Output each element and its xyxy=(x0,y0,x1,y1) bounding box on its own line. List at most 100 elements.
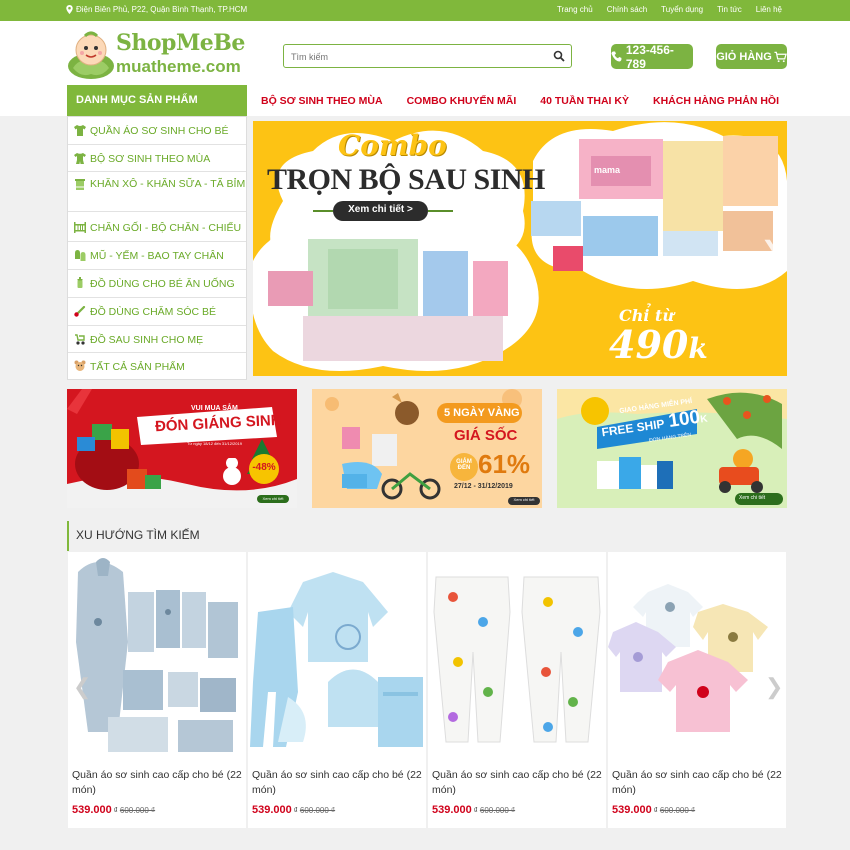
product-price: 539.000 ₫ 600.000 ₫ xyxy=(612,804,695,816)
sidebar-item-label: ĐỒ DÙNG CHO BÉ ĂN UỐNG xyxy=(90,278,235,290)
search-input[interactable] xyxy=(291,49,541,64)
sidebar-item-feeding[interactable]: ĐỒ DÙNG CHO BÉ ĂN UỐNG xyxy=(68,270,246,298)
sidebar-item-label: ĐỒ SAU SINH CHO MẸ xyxy=(90,334,204,346)
top-bar: Điện Biên Phủ, P22, Quận Bình Thạnh, TP.… xyxy=(0,0,850,21)
link-home[interactable]: Trang chủ xyxy=(557,5,593,14)
link-careers[interactable]: Tuyển dụng xyxy=(661,5,703,14)
baby-suit-icon xyxy=(74,153,86,164)
promo1-date: Từ ngày 18/12 đến 31/12/2019 xyxy=(187,441,242,446)
logo-title: ShopMeBe xyxy=(116,30,245,56)
promo-christmas[interactable]: VUI MUA SẮM ĐÓN GIÁNG SINH Từ ngày 18/12… xyxy=(67,389,297,508)
product-card[interactable]: Quần áo sơ sinh cao cấp cho bé (22 món) … xyxy=(248,552,426,828)
menu-item-combo[interactable]: COMBO KHUYẾN MÃI xyxy=(407,95,517,107)
baby-logo-icon xyxy=(68,31,114,79)
baby-outfit-illustration xyxy=(248,552,426,758)
products-next-arrow[interactable]: ❯ xyxy=(765,674,783,700)
promo2-line2: GIÁ SỐC xyxy=(454,427,518,444)
hero-banner[interactable]: Combo TRỌN BỘ SAU SINH Xem chi tiết > ma… xyxy=(253,121,787,376)
product-price: 539.000 ₫ 600.000 ₫ xyxy=(252,804,335,816)
product-card[interactable]: Quần áo sơ sinh cao cấp cho bé (22 món) … xyxy=(608,552,786,828)
link-policy[interactable]: Chính sách xyxy=(607,5,647,14)
product-name[interactable]: Quần áo sơ sinh cao cấp cho bé (22 món) xyxy=(252,768,424,798)
phone-button[interactable]: 123-456-789 xyxy=(611,42,693,71)
banner-next-arrow[interactable]: ❯ xyxy=(761,236,781,265)
logo[interactable]: ShopMeBe muatheme.com xyxy=(67,28,247,80)
product-image[interactable] xyxy=(428,552,606,758)
bottle-icon xyxy=(77,277,83,288)
sidebar-item-bedding[interactable]: CHĂN GỐI - BỘ CHĂN - CHIẾU xyxy=(68,212,246,242)
menu-item-seasonal-sets[interactable]: BỘ SƠ SINH THEO MÙA xyxy=(261,95,383,107)
promo2-line1: 5 NGÀY VÀNG xyxy=(444,407,520,419)
old-price: 600.000 ₫ xyxy=(659,806,696,815)
mittens-icon xyxy=(75,250,86,261)
sidebar-item-newborn-clothes[interactable]: QUẦN ÁO SƠ SINH CHO BÉ xyxy=(68,117,246,145)
crib-icon xyxy=(74,222,86,233)
phone-number: 123-456-789 xyxy=(625,42,674,71)
promo2-pct: 61% xyxy=(478,449,531,479)
category-sidebar: QUẦN ÁO SƠ SINH CHO BÉ BỘ SƠ SINH THEO M… xyxy=(67,116,247,380)
banner-prev-arrow[interactable]: ❮ xyxy=(259,236,279,265)
main-menu: BỘ SƠ SINH THEO MÙA COMBO KHUYẾN MÃI 40 … xyxy=(253,85,787,116)
currency: ₫ xyxy=(473,806,478,815)
old-price: 600.000 ₫ xyxy=(119,806,156,815)
product-image[interactable] xyxy=(608,552,786,758)
product-image[interactable] xyxy=(248,552,426,758)
promo1-btn[interactable]: Xem chi tiết xyxy=(257,496,289,501)
promo1-sale: -48% xyxy=(252,462,276,473)
banner-heading-main: TRỌN BỘ SAU SINH xyxy=(267,163,545,196)
promo-golden-days[interactable]: 5 NGÀY VÀNG GIÁ SỐC GIẢM ĐẾN 61% 27/12 -… xyxy=(312,389,542,508)
search-icon[interactable] xyxy=(553,50,565,62)
sidebar-item-label: CHĂN GỐI - BỘ CHĂN - CHIẾU xyxy=(90,222,242,234)
cart-label: GIỎ HÀNG xyxy=(716,50,772,63)
product-price: 539.000 ₫ 600.000 ₫ xyxy=(72,804,155,816)
price-value: 539.000 xyxy=(72,804,112,816)
banner-mama-label: mama xyxy=(594,165,621,175)
promo1-small: VUI MUA SẮM xyxy=(191,405,238,412)
product-name[interactable]: Quần áo sơ sinh cao cấp cho bé (22 món) xyxy=(612,768,784,798)
promo3-btn[interactable]: Xem chi tiết xyxy=(739,495,765,501)
menu-item-feedback[interactable]: KHÁCH HÀNG PHẢN HỒI xyxy=(653,95,779,107)
address-text: Điện Biên Phủ, P22, Quận Bình Thạnh, TP.… xyxy=(76,5,248,14)
product-name[interactable]: Quần áo sơ sinh cao cấp cho bé (22 món) xyxy=(72,768,244,798)
products-prev-arrow[interactable]: ❮ xyxy=(73,674,91,700)
banner-price-unit: k xyxy=(688,332,708,365)
promo-free-ship[interactable]: GIAO HÀNG MIỄN PHÍ FREE SHIP 100K ĐƠN HÀ… xyxy=(557,389,787,508)
search-box xyxy=(283,44,572,68)
product-name[interactable]: Quần áo sơ sinh cao cấp cho bé (22 món) xyxy=(432,768,604,798)
product-price: 539.000 ₫ 600.000 ₫ xyxy=(432,804,515,816)
menu-item-pregnancy[interactable]: 40 TUẦN THAI KỲ xyxy=(540,95,629,107)
christmas-art xyxy=(67,389,297,508)
sidebar-item-label: BỘ SƠ SINH THEO MÙA xyxy=(90,153,211,165)
header: ShopMeBe muatheme.com 123-456-789 GIỎ HÀ… xyxy=(0,21,850,85)
product-card[interactable]: Quần áo sơ sinh cao cấp cho bé (22 món) … xyxy=(428,552,606,828)
sidebar-item-postpartum[interactable]: ĐỒ SAU SINH CHO MẸ xyxy=(68,326,246,353)
banner-heading-combo: Combo xyxy=(338,129,447,162)
product-image[interactable] xyxy=(68,552,246,758)
link-contact[interactable]: Liên hệ xyxy=(756,5,782,14)
section-title: XU HƯỚNG TÌM KIẾM xyxy=(67,521,787,551)
shirt-icon xyxy=(74,125,86,136)
cart-button[interactable]: GIỎ HÀNG xyxy=(716,44,787,69)
bear-icon xyxy=(74,360,86,371)
promo2-btn[interactable]: Xem chi tiết xyxy=(508,497,540,502)
price-value: 539.000 xyxy=(252,804,292,816)
sidebar-item-hats-bibs[interactable]: MŨ - YẾM - BAO TAY CHÂN xyxy=(68,242,246,270)
phone-icon xyxy=(611,51,622,62)
sidebar-item-care[interactable]: ĐỒ DÙNG CHĂM SÓC BÉ xyxy=(68,298,246,326)
sidebar-item-label: ĐỒ DÙNG CHĂM SÓC BÉ xyxy=(90,306,217,318)
promo3-amount: 100 xyxy=(667,406,702,432)
towel-icon xyxy=(75,179,85,190)
category-title[interactable]: DANH MỤC SẢN PHẨM xyxy=(67,85,247,116)
promo2-date: 27/12 - 31/12/2019 xyxy=(454,483,513,490)
product-card[interactable]: Quần áo sơ sinh cao cấp cho bé (22 món) … xyxy=(68,552,246,828)
banner-detail-button[interactable]: Xem chi tiết > xyxy=(333,204,428,215)
sidebar-item-seasonal-sets[interactable]: BỘ SƠ SINH THEO MÙA xyxy=(68,145,246,172)
thermometer-icon xyxy=(74,306,86,317)
top-links: Trang chủ Chính sách Tuyển dụng Tin tức … xyxy=(557,5,782,14)
link-news[interactable]: Tin tức xyxy=(717,5,742,14)
sidebar-item-towels-diapers[interactable]: KHĂN XÔ - KHĂN SỮA - TÃ BỈM xyxy=(68,172,246,212)
sidebar-item-label: KHĂN XÔ - KHĂN SỮA - TÃ BỈM xyxy=(90,178,246,190)
map-pin-icon xyxy=(66,5,73,14)
sidebar-item-label: QUẦN ÁO SƠ SINH CHO BÉ xyxy=(90,125,229,137)
sidebar-item-all-products[interactable]: TẤT CẢ SẢN PHẨM xyxy=(68,353,246,380)
